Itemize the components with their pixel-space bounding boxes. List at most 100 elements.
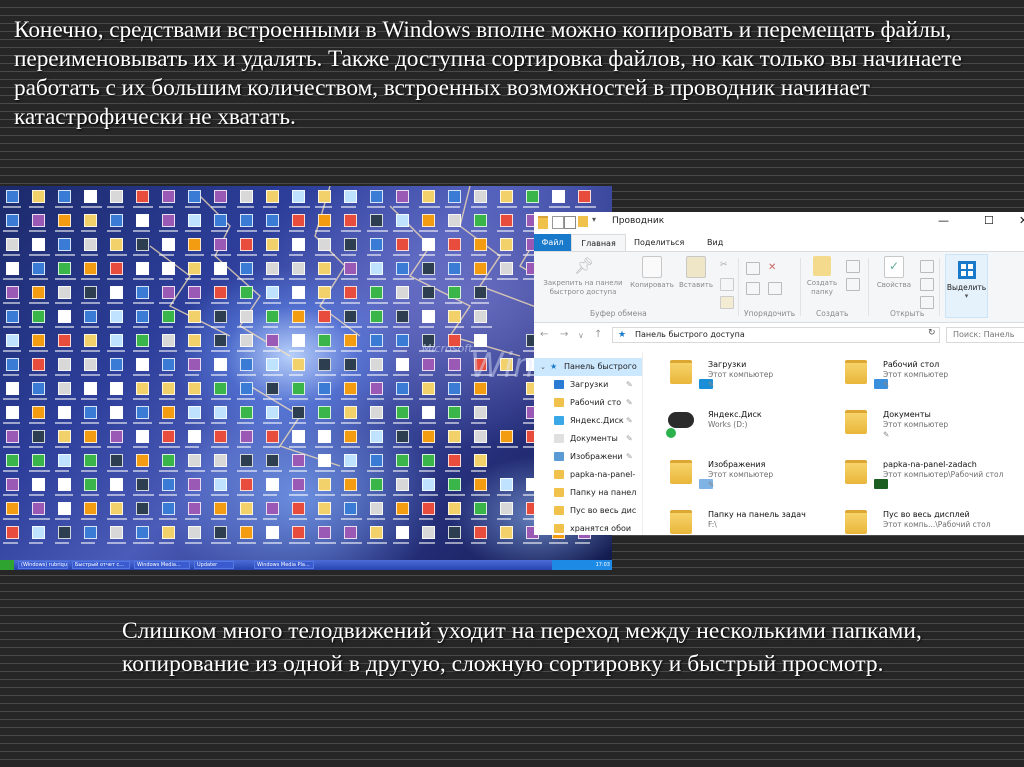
- desktop-icon-label: [393, 278, 414, 280]
- desktop-icon-label: [289, 422, 306, 424]
- desktop-icon-label: [237, 518, 257, 520]
- folder-item[interactable]: Изображения Этот компьютер ✎: [646, 452, 826, 498]
- desktop-icon-label: [133, 374, 150, 376]
- maximize-button[interactable]: ☐: [984, 214, 994, 227]
- folder-icon: [670, 360, 713, 389]
- history-icon[interactable]: [920, 296, 934, 309]
- desktop-icon-label: [237, 422, 254, 424]
- up-arrow-icon[interactable]: ↑: [594, 329, 602, 340]
- move-to-icon[interactable]: [746, 262, 760, 275]
- edit-icon[interactable]: [920, 278, 934, 291]
- search-input[interactable]: Поиск: Панель: [946, 327, 1024, 343]
- nav-label: Яндекс.Диск: [570, 416, 624, 425]
- paste-shortcut-icon[interactable]: [720, 296, 734, 309]
- nav-item[interactable]: Документы ✎: [534, 430, 642, 448]
- folder-item[interactable]: Рабочий стол Этот компьютер ✎: [821, 352, 1001, 398]
- desktop-icon: [448, 286, 461, 299]
- cut-icon[interactable]: ✂: [720, 260, 732, 271]
- copy-button[interactable]: Копировать: [628, 256, 676, 290]
- address-field[interactable]: ★ Панель быстрого доступа: [612, 327, 940, 343]
- nav-item[interactable]: papka-na-panel-: [534, 466, 642, 484]
- desktop-icon-label: [341, 254, 356, 256]
- start-button[interactable]: [0, 560, 14, 570]
- desktop-icon: [6, 358, 19, 371]
- nav-item[interactable]: хранятся обои: [534, 520, 642, 535]
- desktop-icon: [214, 310, 227, 323]
- nav-item[interactable]: Изображени ✎: [534, 448, 642, 466]
- desktop-icon: [240, 406, 253, 419]
- nav-item[interactable]: Яндекс.Диск ✎: [534, 412, 642, 430]
- desktop-icon-label: [367, 350, 387, 352]
- nav-item[interactable]: Папку на панел: [534, 484, 642, 502]
- desktop-icon: [266, 430, 279, 443]
- item-location: Этот компь...\Рабочий стол: [883, 520, 991, 529]
- desktop-icon: [84, 334, 97, 347]
- tab-share[interactable]: Поделиться: [628, 234, 690, 252]
- copy-path-icon[interactable]: [720, 278, 734, 291]
- paste-button[interactable]: Вставить: [676, 256, 716, 290]
- folder-item[interactable]: Документы Этот компьютер ✎: [821, 402, 1001, 448]
- refresh-icon[interactable]: ↻: [928, 328, 936, 338]
- pin-quick-access-button[interactable]: 📌︎ Закрепить на панели быстрого доступа: [538, 256, 628, 297]
- desktop-icon: [110, 406, 123, 419]
- rename-icon[interactable]: [768, 282, 782, 295]
- minimize-button[interactable]: —: [938, 214, 949, 227]
- taskbar-item[interactable]: Быстрый отчет с...: [72, 561, 130, 569]
- nav-quick-access[interactable]: ⌄ ★ Панель быстрого: [534, 358, 642, 376]
- tab-file[interactable]: Файл: [534, 234, 571, 252]
- taskbar-item[interactable]: Windows Media Pla...: [254, 561, 314, 569]
- delete-icon[interactable]: ✕: [768, 262, 780, 273]
- desktop-icon-label: [3, 302, 20, 304]
- desktop-icon: [162, 286, 175, 299]
- desktop-icon-label: [29, 278, 48, 280]
- desktop-icon: [396, 238, 409, 251]
- tab-view[interactable]: Вид: [701, 234, 729, 252]
- properties-icon[interactable]: [564, 216, 576, 229]
- desktop-icon: [188, 454, 201, 467]
- folder-item[interactable]: Пус во весь дисплей Этот компь...\Рабочий…: [821, 502, 1001, 535]
- desktop-icon: [110, 382, 123, 395]
- desktop-icon-label: [341, 350, 362, 352]
- select-button[interactable]: Выделить ▾: [945, 254, 988, 318]
- open-icon[interactable]: [920, 260, 934, 273]
- forward-arrow-icon[interactable]: →: [560, 329, 568, 340]
- back-arrow-icon[interactable]: ←: [540, 329, 548, 340]
- desktop-icon-label: [445, 446, 461, 448]
- folder-item[interactable]: Загрузки Этот компьютер ✎: [646, 352, 826, 398]
- address-path: Панель быстрого доступа: [635, 330, 745, 339]
- new-folder-icon[interactable]: [578, 216, 588, 227]
- desktop-icon-label: [497, 494, 511, 496]
- desktop-icon: [266, 262, 279, 275]
- desktop-icon-label: [55, 542, 69, 544]
- desktop-icon: [136, 286, 149, 299]
- taskbar-item[interactable]: (Windows) rubrique: [18, 561, 68, 569]
- folder-item[interactable]: Папку на панель задач F:\: [646, 502, 826, 535]
- desktop-icon-label: [393, 206, 409, 208]
- taskbar-item[interactable]: Updater: [194, 561, 234, 569]
- close-button[interactable]: ✕: [1019, 214, 1024, 227]
- desktop-icon-label: [367, 206, 385, 208]
- new-item-icon[interactable]: [846, 260, 860, 273]
- desktop-icon: [162, 190, 175, 203]
- desktop-icon: [474, 454, 487, 467]
- easy-access-icon[interactable]: [846, 278, 860, 291]
- desktop-icon: [370, 478, 383, 491]
- taskbar-item[interactable]: Windows Media...: [134, 561, 190, 569]
- desktop-icon: [32, 310, 45, 323]
- recent-chevron-icon[interactable]: ∨: [578, 331, 584, 340]
- nav-item[interactable]: Загрузки ✎: [534, 376, 642, 394]
- new-folder-button[interactable]: Создать папку: [802, 256, 842, 297]
- tab-home[interactable]: Главная: [571, 234, 626, 252]
- folder-item[interactable]: Яндекс.Диск Works (D:): [646, 402, 826, 448]
- nav-item[interactable]: Рабочий сто ✎: [534, 394, 642, 412]
- folder-item[interactable]: papka-na-panel-zadach Этот компьютер\Рабо…: [821, 452, 1003, 498]
- desktop-icon: [110, 310, 123, 323]
- desktop-icon-label: [107, 422, 127, 424]
- copy-to-icon[interactable]: [746, 282, 760, 295]
- properties-button[interactable]: ✓ Свойства: [872, 256, 916, 290]
- desktop-icon: [474, 430, 487, 443]
- nav-label: papka-na-panel-: [570, 470, 636, 479]
- quick-access-toolbar-chevron-icon[interactable]: ▾: [592, 215, 596, 224]
- nav-item[interactable]: Пус во весь дис: [534, 502, 642, 520]
- desktop-icon: [396, 430, 409, 443]
